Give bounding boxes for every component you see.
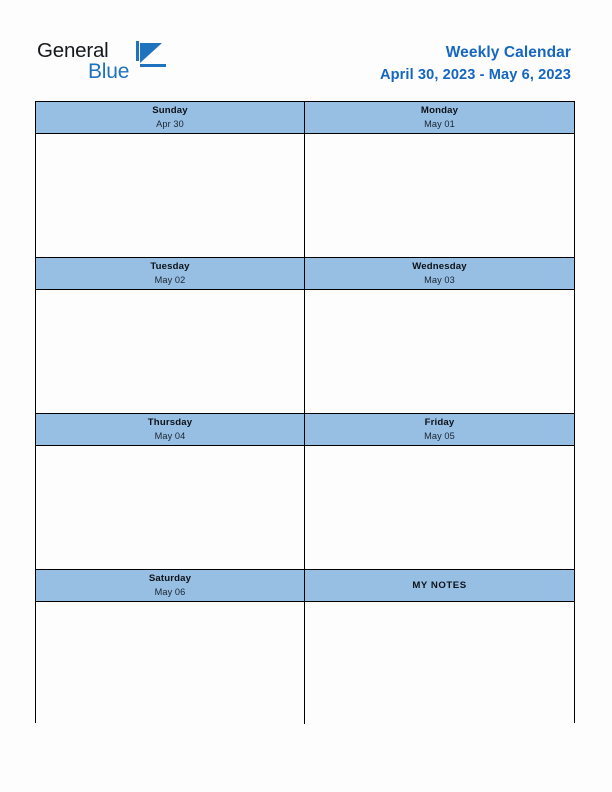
calendar-body-row [36,134,574,258]
brand-triangle-icon [140,43,162,63]
day-cell-friday[interactable] [305,446,574,569]
notes-header[interactable]: MY NOTES [305,570,574,601]
day-header-saturday[interactable]: Saturday May 06 [36,570,305,601]
page-header: General Blue Weekly Calendar April 30, 2… [0,0,612,101]
date-range: April 30, 2023 - May 6, 2023 [379,67,571,83]
day-cell-wednesday[interactable] [305,290,574,413]
brand-bar-icon [136,41,139,61]
calendar-body-row [36,602,574,724]
notes-cell[interactable] [305,602,574,724]
notes-label: MY NOTES [412,579,467,591]
calendar-row: Sunday Apr 30 Monday May 01 [36,102,574,258]
day-date: May 03 [424,275,455,285]
day-name: Saturday [148,573,192,584]
calendar-row: Tuesday May 02 Wednesday May 03 [36,258,574,414]
brand-word-blue: Blue [88,60,130,83]
brand-logo[interactable]: General Blue [37,40,177,92]
weekly-calendar-grid: Sunday Apr 30 Monday May 01 Tuesday May … [35,101,575,724]
brand-underline-icon [140,64,166,67]
day-name: Tuesday [150,261,190,272]
calendar-header-row: Saturday May 06 MY NOTES [36,570,574,602]
day-date: May 01 [424,119,455,129]
day-date: May 02 [154,275,186,285]
calendar-header-row: Thursday May 04 Friday May 05 [36,414,574,446]
day-name: Sunday [152,105,188,116]
day-header-friday[interactable]: Friday May 05 [305,414,574,445]
day-header-wednesday[interactable]: Wednesday May 03 [305,258,574,289]
day-cell-thursday[interactable] [36,446,305,569]
page-title: Weekly Calendar [445,44,571,61]
calendar-row: Saturday May 06 MY NOTES [36,570,574,724]
day-date: May 06 [154,587,186,597]
calendar-body-row [36,446,574,570]
calendar-row: Thursday May 04 Friday May 05 [36,414,574,570]
day-name: Thursday [147,417,193,428]
day-header-monday[interactable]: Monday May 01 [305,102,574,133]
day-cell-tuesday[interactable] [36,290,305,413]
brand-word-general: General [37,39,109,62]
day-header-thursday[interactable]: Thursday May 04 [36,414,305,445]
calendar-header-row: Tuesday May 02 Wednesday May 03 [36,258,574,290]
day-header-sunday[interactable]: Sunday Apr 30 [36,102,305,133]
day-date: May 05 [424,431,455,441]
calendar-body-row [36,290,574,414]
day-name: Wednesday [412,261,467,272]
calendar-header-row: Sunday Apr 30 Monday May 01 [36,102,574,134]
day-name: Friday [424,417,455,428]
day-cell-sunday[interactable] [36,134,305,257]
day-date: May 04 [154,431,186,441]
day-cell-monday[interactable] [305,134,574,257]
day-cell-saturday[interactable] [36,602,305,724]
day-date: Apr 30 [156,119,184,129]
title-block: Weekly Calendar April 30, 2023 - May 6, … [380,43,571,85]
day-name: Monday [420,105,459,116]
day-header-tuesday[interactable]: Tuesday May 02 [36,258,305,289]
